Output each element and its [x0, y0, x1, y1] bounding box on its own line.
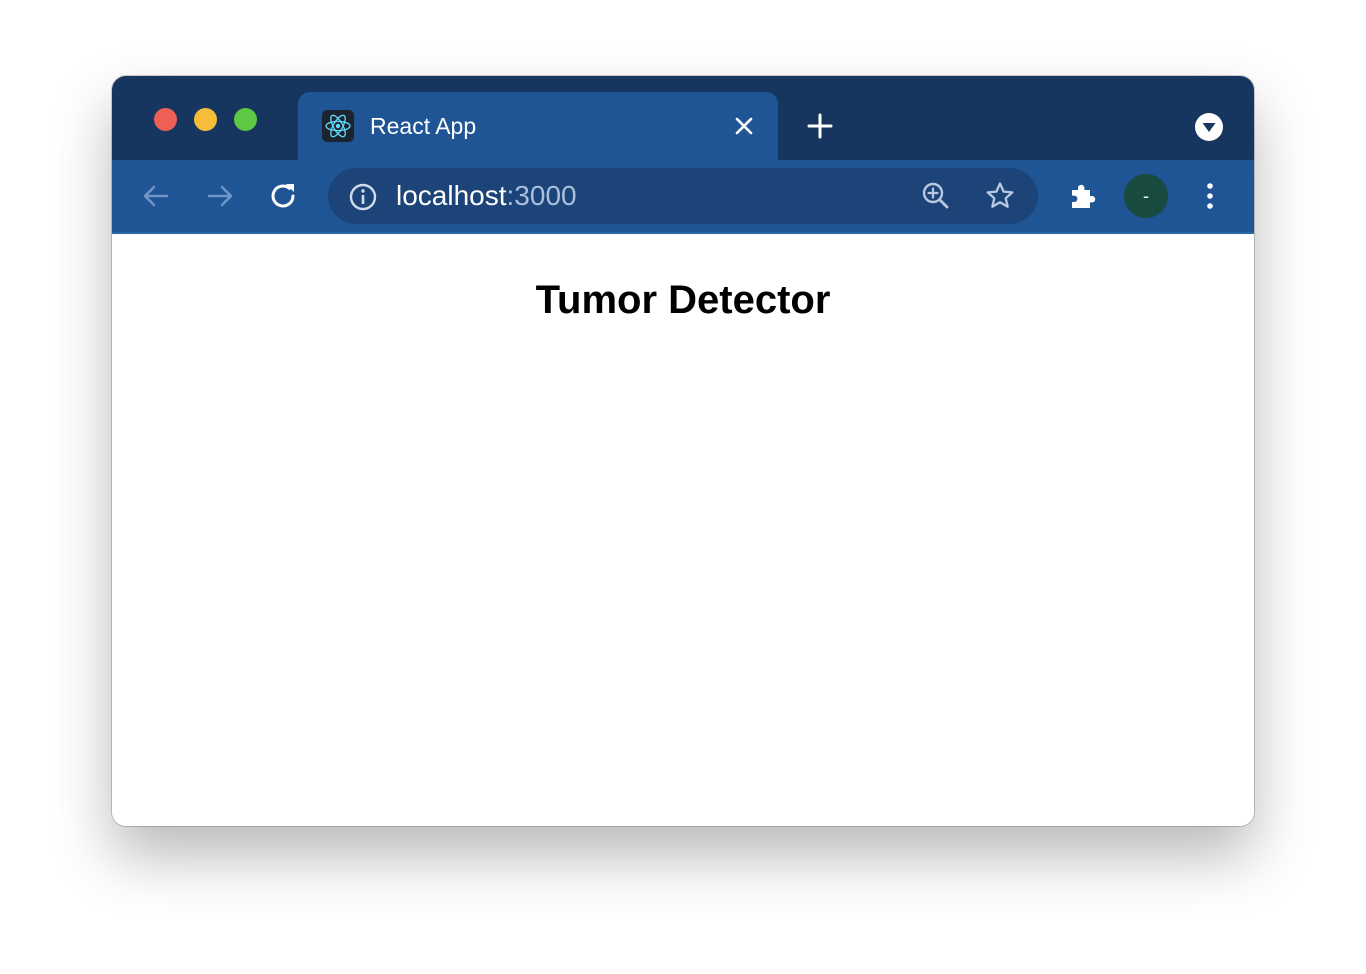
back-arrow-icon[interactable] [140, 180, 172, 212]
browser-window: React App localhost:3000 - Tumor Detecto… [112, 76, 1254, 826]
tab-strip: React App [112, 76, 1254, 160]
page-content: Tumor Detector [112, 234, 1254, 826]
profile-avatar[interactable]: - [1124, 174, 1168, 218]
tab-react-app[interactable]: React App [298, 92, 778, 160]
page-title: Tumor Detector [535, 278, 831, 322]
reload-icon[interactable] [268, 180, 300, 212]
new-tab-plus-icon[interactable] [806, 112, 834, 140]
tab-title: React App [370, 113, 477, 139]
forward-arrow-icon[interactable] [204, 180, 236, 212]
extensions-puzzle-icon[interactable] [1066, 180, 1098, 212]
zoom-in-icon[interactable] [920, 180, 952, 212]
tab-search-chevron-down-icon[interactable] [1194, 112, 1224, 142]
window-maximize-button[interactable] [234, 108, 257, 131]
react-logo-icon [322, 110, 354, 142]
url-text: localhost:3000 [396, 180, 577, 212]
window-minimize-button[interactable] [194, 108, 217, 131]
site-info-icon[interactable] [348, 182, 378, 212]
bookmark-star-icon[interactable] [984, 180, 1016, 212]
tab-close-icon[interactable] [732, 114, 756, 138]
browser-toolbar: localhost:3000 - [112, 160, 1254, 234]
address-bar[interactable]: localhost:3000 [328, 168, 1038, 224]
url-port: :3000 [506, 180, 577, 211]
more-vertical-icon[interactable] [1194, 180, 1226, 212]
window-close-button[interactable] [154, 108, 177, 131]
url-host: localhost [396, 180, 507, 211]
